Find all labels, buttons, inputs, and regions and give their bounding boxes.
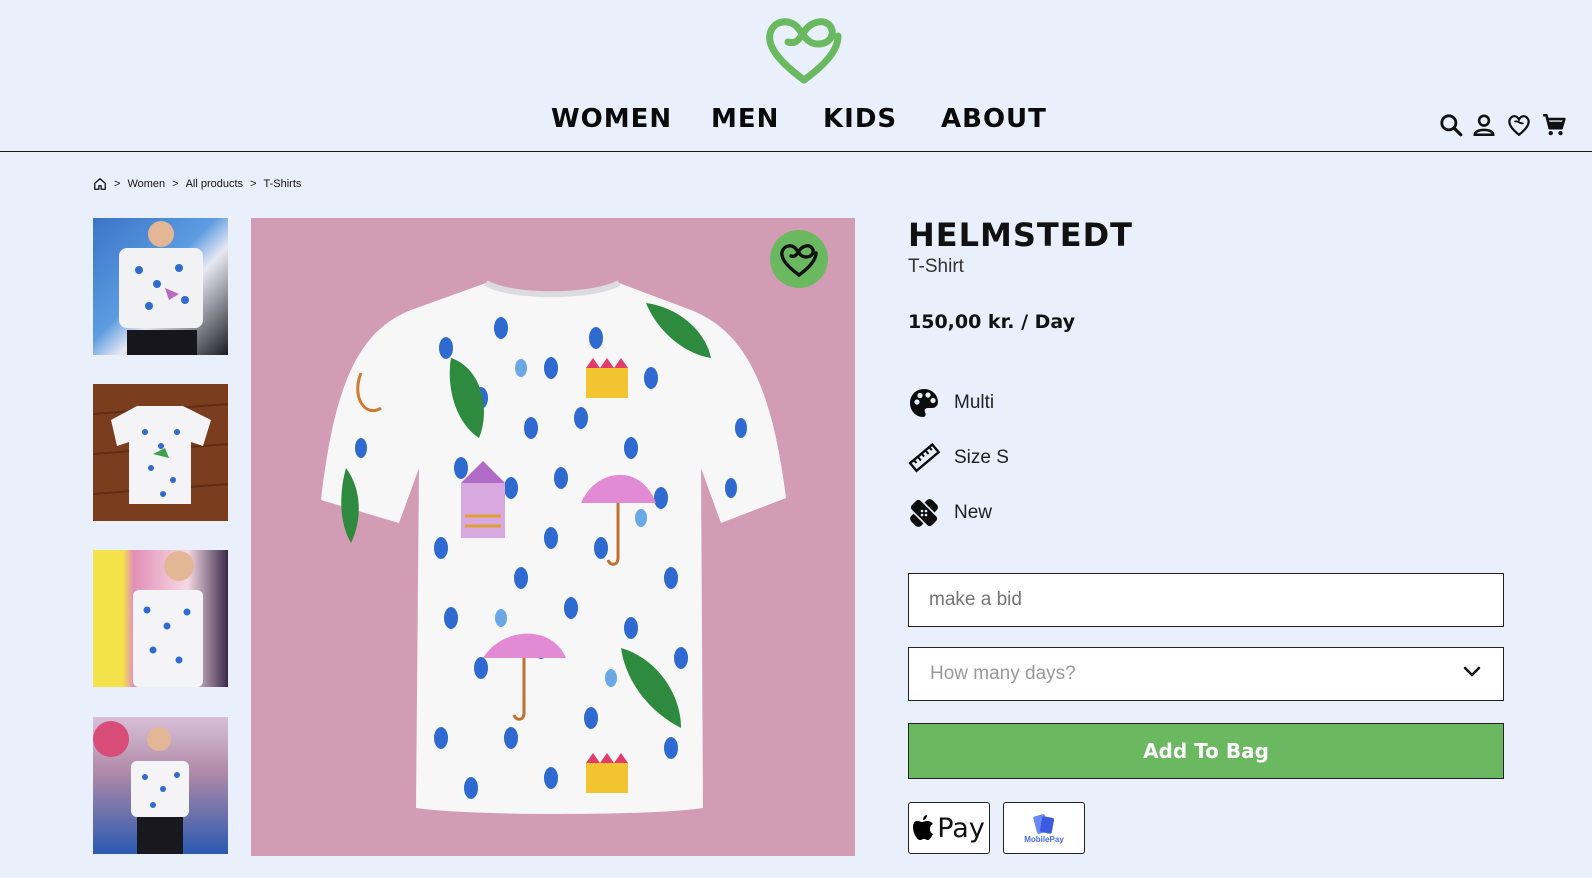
site-header: WOMEN MEN KIDS ABOUT <box>0 0 1592 152</box>
mobilepay-label: MobilePay <box>1024 834 1064 844</box>
attribute-size: Size S <box>908 440 1009 476</box>
product-name: HELMSTEDT <box>908 216 1133 254</box>
nav-about[interactable]: ABOUT <box>941 104 1047 134</box>
mobilepay-icon <box>1033 813 1054 834</box>
product-price: 150,00 kr. / Day <box>908 311 1076 333</box>
main-nav: WOMEN MEN KIDS ABOUT <box>0 104 1592 144</box>
thumbnail-2[interactable] <box>93 384 228 521</box>
add-to-bag-button[interactable]: Add To Bag <box>908 723 1504 779</box>
infinity-heart-icon <box>780 244 818 277</box>
breadcrumb: > Women > All products > T-Shirts <box>93 177 301 191</box>
wishlist-badge[interactable] <box>770 230 828 288</box>
bandage-icon <box>909 498 939 528</box>
user-icon[interactable] <box>1471 112 1497 138</box>
bid-input[interactable] <box>908 573 1504 627</box>
mobilepay-button[interactable]: MobilePay <box>1003 802 1085 854</box>
attribute-size-label: Size S <box>954 447 1009 468</box>
attribute-condition: New <box>908 495 992 531</box>
ruler-icon <box>908 442 940 473</box>
nav-men[interactable]: MEN <box>711 104 779 134</box>
days-select[interactable]: How many days? <box>908 647 1504 701</box>
nav-women[interactable]: WOMEN <box>551 104 672 134</box>
breadcrumb-separator: > <box>172 178 179 190</box>
product-type: T-Shirt <box>908 256 964 277</box>
thumbnail-photo <box>93 721 189 854</box>
apple-pay-button[interactable]: Pay <box>908 802 990 854</box>
thumbnail-3[interactable] <box>93 550 228 687</box>
breadcrumb-women[interactable]: Women <box>127 178 165 190</box>
apple-icon <box>913 815 934 840</box>
thumbnail-4[interactable] <box>93 717 228 854</box>
home-icon[interactable] <box>93 177 107 191</box>
breadcrumb-t-shirts[interactable]: T-Shirts <box>264 178 302 190</box>
days-select-placeholder: How many days? <box>930 663 1076 684</box>
search-icon[interactable] <box>1438 112 1464 138</box>
breadcrumb-separator: > <box>114 178 121 190</box>
t-shirt-illustration <box>321 280 786 814</box>
attribute-color: Multi <box>908 385 994 421</box>
thumbnail-photo <box>93 403 228 504</box>
apple-pay-label: Pay <box>937 812 985 844</box>
palette-icon <box>910 389 938 417</box>
attribute-color-label: Multi <box>954 392 995 413</box>
breadcrumb-all-products[interactable]: All products <box>186 178 243 190</box>
infinity-heart-logo[interactable] <box>764 14 844 86</box>
attribute-condition-label: New <box>954 502 993 523</box>
main-product-image <box>251 218 855 856</box>
wishlist-heart-icon[interactable] <box>1506 112 1532 138</box>
thumbnail-photo <box>119 221 203 355</box>
cart-icon[interactable] <box>1541 112 1567 138</box>
nav-kids[interactable]: KIDS <box>823 104 897 134</box>
breadcrumb-separator: > <box>250 178 257 190</box>
chevron-down-icon <box>1463 666 1481 677</box>
thumbnail-1[interactable] <box>93 218 228 355</box>
thumbnail-photo <box>133 551 203 687</box>
